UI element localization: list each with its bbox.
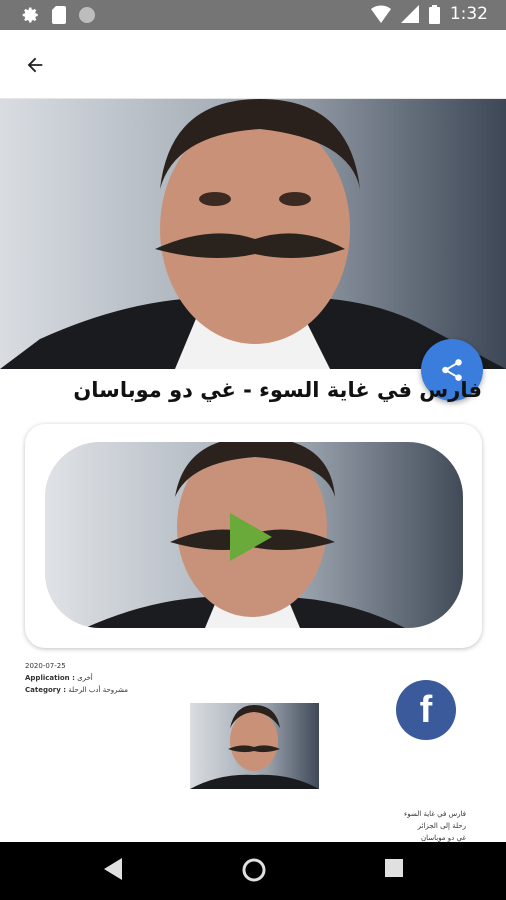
article-title: فارس في غاية السوء - غي دو موباسان xyxy=(73,378,482,402)
settings-icon xyxy=(22,7,38,23)
play-button[interactable] xyxy=(230,513,272,561)
nav-back-button[interactable] xyxy=(104,858,124,884)
meta-category-label: Category : xyxy=(25,686,67,694)
system-nav-bar xyxy=(0,842,506,900)
signal-icon xyxy=(400,5,419,23)
app-bar xyxy=(0,30,506,99)
portrait-thumbnail[interactable] xyxy=(190,703,319,789)
triangle-back-icon xyxy=(104,858,122,880)
arrow-left-icon xyxy=(27,57,43,73)
dot-icon xyxy=(79,7,95,23)
article-meta: 2020-07-25 Application : أخرى Category :… xyxy=(25,660,128,696)
square-recents-icon xyxy=(385,859,403,877)
facebook-share-button[interactable]: f xyxy=(396,680,456,740)
related-link[interactable]: رحلة إلى الجزائر xyxy=(346,820,466,832)
nav-home-button[interactable] xyxy=(242,858,266,886)
portrait-image xyxy=(0,99,506,369)
circle-home-icon xyxy=(242,858,266,882)
battery-icon xyxy=(428,4,440,24)
facebook-icon: f xyxy=(419,689,433,731)
nav-recents-button[interactable] xyxy=(384,858,404,882)
status-right-icons: 1:32 xyxy=(370,4,488,24)
status-left-icons xyxy=(22,6,96,24)
status-bar: 1:32 xyxy=(0,0,506,30)
back-button[interactable] xyxy=(18,48,52,82)
related-link[interactable]: فارس في غاية السوء xyxy=(346,808,466,820)
thumbnail-image xyxy=(190,703,319,789)
meta-application-value[interactable]: أخرى xyxy=(77,674,93,682)
wifi-icon xyxy=(370,5,391,23)
meta-date: 2020-07-25 xyxy=(25,662,66,670)
sd-card-icon xyxy=(52,6,66,24)
meta-category-value[interactable]: مشروحة أدب الرحلة xyxy=(68,686,128,694)
meta-category: Category : مشروحة أدب الرحلة xyxy=(25,684,128,696)
hero-image xyxy=(0,99,506,369)
related-links: فارس في غاية السوء رحلة إلى الجزائر غي د… xyxy=(346,808,466,844)
meta-application: Application : أخرى xyxy=(25,672,128,684)
status-time: 1:32 xyxy=(449,4,488,24)
meta-application-label: Application : xyxy=(25,674,75,682)
